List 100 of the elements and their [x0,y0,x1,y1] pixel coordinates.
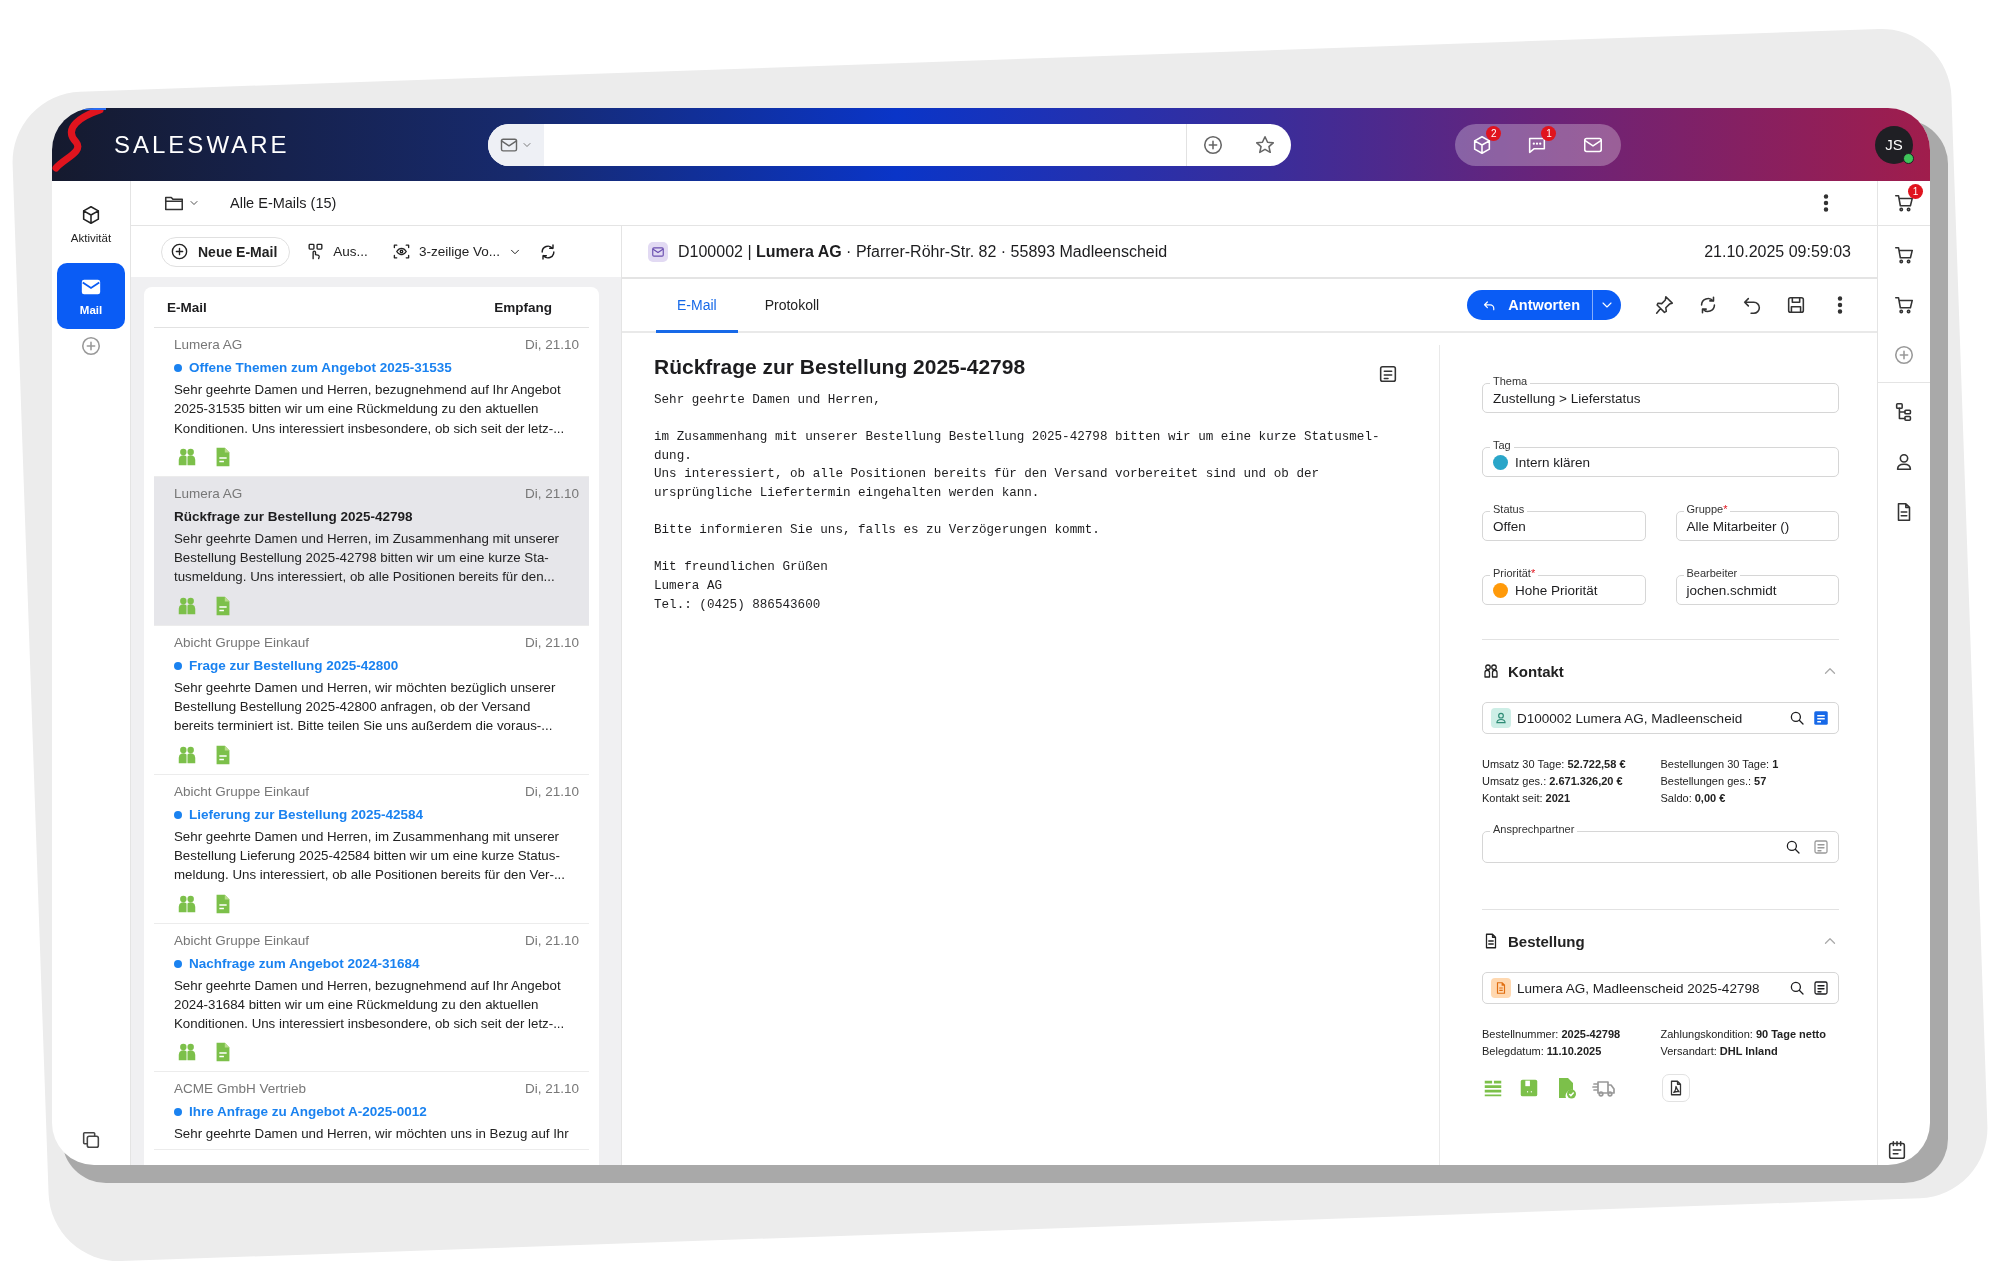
add-icon[interactable] [1201,133,1224,156]
stat-line: Bestellungen ges.: 57 [1660,774,1768,789]
email-subject: Frage zur Bestellung 2025-42800 [189,656,399,675]
stat-line: Umsatz 30 Tage: 52.722,58 € [1482,757,1627,772]
field-label: Thema [1490,375,1531,387]
lookup-field[interactable]: D100002 Lumera AG, Madleenscheid [1482,702,1839,734]
lookup-value: D100002 Lumera AG, Madleenscheid [1517,710,1743,726]
cart-icon[interactable] [1893,294,1915,316]
stat-line: Kontakt seit: 2021 [1482,791,1572,806]
star-icon[interactable] [1253,133,1276,156]
search-icon[interactable] [1788,709,1806,727]
received-date: Di, 21.10 [524,633,579,652]
plus-icon [170,242,189,261]
received-date: Di, 21.10 [524,782,579,801]
email-preview: Sehr geehrte Damen und Herren, wir möchten bezüglich unserer Bestellung Bestellung 2025-42800 anfragen, ob der Versand bereits terminiert ist. Bitte teilen Sie uns außerdem die voraus-... [174,678,557,736]
reply-button[interactable]: Antworten [1467,290,1621,320]
view-dropdown[interactable]: 3-zeilige Vo... [383,236,530,267]
stat-line: Bestellungen 30 Tage: 1 [1660,757,1780,772]
add-icon[interactable] [1893,344,1915,366]
email-date: 21.10.2025 09:59:03 [1704,242,1851,261]
column-header: E-Mail [167,299,207,315]
field-label: Tag [1490,439,1514,451]
field-label: Bearbeiter [1683,567,1741,579]
email-paragraph: Sehr geehrte Damen und Herren, [654,392,882,409]
email-subject: Rückfrage zur Bestellung 2025-42798 [174,507,413,526]
email-subject: Ihre Anfrage zu Angebot A-2025-0012 [189,1103,427,1122]
received-date: Di, 21.10 [524,931,579,950]
field-label: Ansprechpartner [1490,823,1578,835]
folder-title: Alle E-Mails (15) [230,195,337,211]
tab[interactable]: E-Mail [656,279,738,333]
save-icon [1518,1077,1540,1099]
field-value: Zustellung > Lieferstatus [1493,390,1641,406]
nav-item[interactable]: Mail [57,263,125,329]
column-header: Empfang [494,299,552,315]
sender: Abicht Gruppe Einkauf [174,782,310,801]
app-logo: SALESWARE [114,130,290,159]
save-icon[interactable] [1785,294,1807,316]
received-date: Di, 21.10 [524,484,579,503]
section-title: Kontakt [1508,662,1564,680]
search-icon[interactable] [1784,838,1802,856]
sender: Abicht Gruppe Einkauf [174,931,310,950]
pin-icon[interactable] [1653,294,1675,316]
section-title: Bestellung [1508,932,1585,950]
select-button[interactable]: Aus... [298,236,376,267]
tab[interactable]: Protokoll [743,279,841,333]
email-item[interactable]: ACME GmbH Vertrieb Di, 21.10 Ihre Anfrage zu Angebot A-2025-0012 Sehr geehrte Damen und Herren, wir möchten uns in Bezug auf Ihr [154,1072,589,1150]
stat-line: Umsatz ges.: 2.671.326,20 € [1482,774,1624,789]
sender: Lumera AG [174,336,243,354]
stat-line: Belegdatum: 11.10.2025 [1482,1044,1603,1059]
add-icon[interactable] [80,335,102,357]
email-subject: Offene Themen zum Angebot 2025-31535 [189,359,452,377]
email-preview: Sehr geehrte Damen und Herren, im Zusammenhang mit unserer Bestellung Lieferung 2025-42584 bitten wir um eine kurze Status- meldung. Uns interessiert, ob alle Positionen bereits für den Ver-... [174,827,566,885]
stat-line: Saldo: 0,00 € [1660,791,1727,806]
email-subject: Lieferung zur Bestellung 2025-42584 [189,805,424,824]
field-label: Gruppe* [1683,503,1731,515]
cart-icon[interactable] [1893,192,1915,214]
user-avatar[interactable]: JS [1875,125,1913,164]
note-icon[interactable] [1812,979,1830,997]
search-field[interactable] [487,123,1291,166]
field-value: Offen [1493,518,1526,534]
notification-badge: 1 [1541,125,1557,141]
search-icon[interactable] [1788,979,1806,997]
notification-badge: 1 [1908,184,1923,199]
email-subject-heading: Rückfrage zur Bestellung 2025-42798 [654,355,1026,379]
email-paragraph: Bitte informieren Sie uns, falls es zu Verzögerungen kommt. [654,522,1101,540]
email-item[interactable] [154,476,589,626]
email-subject: Nachfrage zum Angebot 2024-31684 [189,954,420,973]
lookup-value: Lumera AG, Madleenscheid 2025-42798 [1517,980,1760,996]
field-label: Priorität* [1490,567,1539,579]
record-title: D100002 | Lumera AG · Pfarrer-Röhr-Str. 82 · 55893 Madleenscheid [678,242,1168,261]
stat-line: Bestellnummer: 2025-42798 [1482,1027,1622,1042]
stat-line: Versandart: DHL Inland [1660,1044,1779,1059]
received-date: Di, 21.10 [524,1080,579,1099]
email-paragraph: im Zusammenhang mit unserer Bestellung Bestellung 2025-42798 bitten wir um eine kurze Statusmel- dung. Uns interessiert, ob alle Positionen bereits für den Versand vorbereitet sind und ob der ursprüngliche Liefertermin eingehalten werden kann. [654,429,1381,502]
nav-item[interactable]: Aktivität [57,191,125,257]
email-preview: Sehr geehrte Damen und Herren, wir möchten uns in Bezug auf Ihr [174,1125,570,1144]
field-value: Intern klären [1515,454,1591,470]
document-icon [1491,978,1511,998]
field-value: Alle Mitarbeiter () [1686,518,1790,534]
sender: ACME GmbH Vertrieb [174,1080,307,1099]
pdf-button[interactable] [1662,1074,1690,1102]
mail-icon [648,241,668,262]
sender: Lumera AG [174,484,243,503]
copy-icon[interactable] [80,1129,102,1151]
field-value: Hohe Priorität [1515,582,1598,598]
stat-line: Zahlungskondition: 90 Tage netto [1660,1027,1827,1042]
cart-icon[interactable] [1893,244,1915,266]
eye-icon [391,242,411,261]
sender: Abicht Gruppe Einkauf [174,633,310,652]
email-preview: Sehr geehrte Damen und Herren, bezugnehmend auf Ihr Angebot 2024-31684 bitten wir um eine Rückmeldung zu den aktuellen Konditionen. Uns interessiert insbesondere, ob sich seit der letz-... [174,976,566,1034]
cube-icon [80,204,102,226]
note-icon[interactable] [1377,363,1399,385]
email-paragraph: Mit freundlichen Grüßen Lumera AG Tel.: (0425) 886543600 [654,559,829,614]
received-date: Di, 21.10 [524,336,579,354]
email-preview: Sehr geehrte Damen und Herren, im Zusammenhang mit unserer Bestellung Bestellung 2025-42798 bitten wir um eine kurze Sta- tusmeldung. Uns interessiert, ob alle Positionen bereits für den... [174,529,561,587]
select-icon [306,242,326,261]
notepad-icon[interactable] [1886,1139,1908,1161]
new-email-button[interactable]: Neue E-Mail [161,236,291,267]
lookup-field[interactable]: Lumera AG, Madleenscheid 2025-42798 [1482,972,1839,1004]
person-icon [1491,708,1511,728]
